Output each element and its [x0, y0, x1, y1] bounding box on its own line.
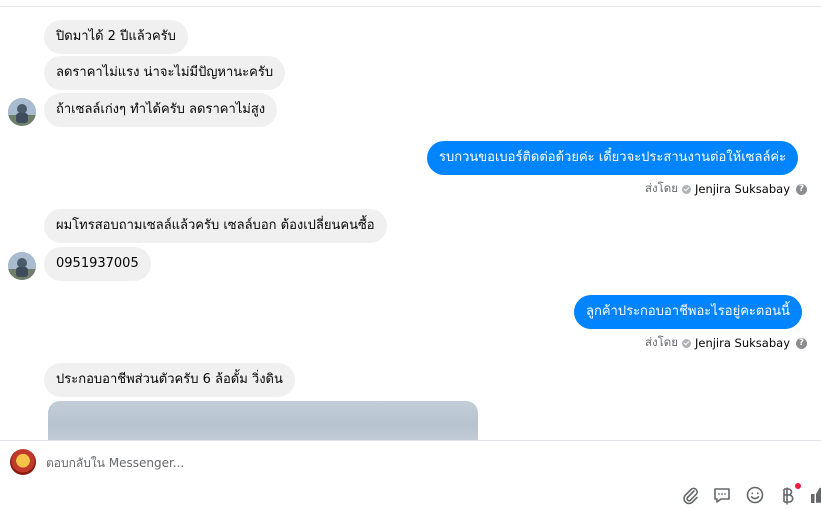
- reply-input[interactable]: [46, 453, 646, 473]
- message-composer: [0, 440, 821, 505]
- sent-by-label: ส่งโดย Jenjira Suksabay ?: [645, 180, 807, 198]
- outgoing-message[interactable]: รบกวนขอเบอร์ติดต่อด้วยค่ะ เดี๋ยวจะประสาน…: [427, 141, 799, 175]
- paperclip-icon[interactable]: [680, 485, 700, 505]
- chat-bubble-icon[interactable]: [712, 485, 732, 505]
- image-attachment[interactable]: [48, 401, 478, 440]
- customer-avatar[interactable]: [8, 98, 36, 126]
- thumbs-up-icon[interactable]: [809, 485, 821, 505]
- info-icon[interactable]: ?: [796, 337, 807, 349]
- check-icon: [681, 338, 691, 348]
- sender-name[interactable]: Jenjira Suksabay: [695, 182, 790, 196]
- notification-dot: [795, 483, 801, 489]
- sent-by-prefix: ส่งโดย: [644, 335, 678, 349]
- composer-toolbar: [0, 483, 821, 505]
- incoming-message[interactable]: ถ้าเซลล์เก่งๆ ทำได้ครับ ลดราคาไม่สูง: [44, 93, 278, 127]
- incoming-message[interactable]: ลดราคาไม่แรง น่าจะไม่มีปัญหานะครับ: [44, 56, 286, 90]
- incoming-message[interactable]: ผมโทรสอบถามเซลล์แล้วครับ เซลล์บอก ต้องเป…: [44, 209, 387, 243]
- sent-by-prefix: ส่งโดย: [644, 181, 678, 195]
- incoming-message[interactable]: ปิดมาได้ 2 ปีแล้วครับ: [44, 20, 188, 54]
- customer-avatar[interactable]: [8, 252, 36, 280]
- outgoing-message[interactable]: ลูกค้าประกอบอาชีพอะไรอยู่คะตอนนี้: [574, 295, 802, 329]
- info-icon[interactable]: ?: [796, 183, 807, 195]
- conversation-thread[interactable]: ปิดมาได้ 2 ปีแล้วครับ ลดราคาไม่แรง น่าจะ…: [0, 0, 821, 440]
- sender-name[interactable]: Jenjira Suksabay: [695, 336, 790, 350]
- incoming-message[interactable]: ประกอบอาชีพส่วนตัวครับ 6 ล้อดั้ม วิ่งดิน: [44, 363, 295, 397]
- check-icon: [681, 184, 691, 194]
- emoji-icon[interactable]: [745, 485, 765, 505]
- sent-by-label: ส่งโดย Jenjira Suksabay ?: [645, 334, 807, 352]
- incoming-message[interactable]: 0951937005: [44, 247, 151, 281]
- page-avatar: [10, 449, 36, 475]
